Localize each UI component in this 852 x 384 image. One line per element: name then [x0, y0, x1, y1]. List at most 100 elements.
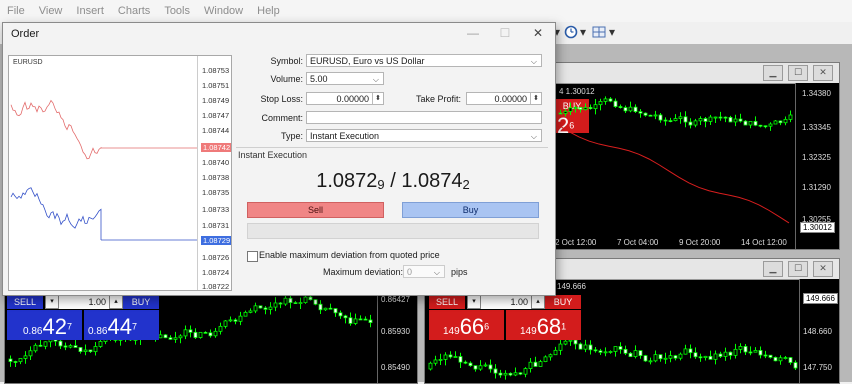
menu-charts[interactable]: Charts — [111, 0, 157, 22]
menu-insert[interactable]: Insert — [69, 0, 111, 22]
chart-window-titlebar[interactable]: ▁ ☐ ✕ — [555, 63, 839, 84]
close-icon[interactable]: ✕ — [813, 65, 833, 81]
spinner-icon[interactable]: ⬍ — [372, 93, 383, 104]
candle-body — [333, 308, 338, 314]
volume-decrease-icon[interactable]: ▾ — [45, 295, 59, 309]
volume-input[interactable]: 1.00 — [481, 295, 531, 309]
type-label: Type: — [280, 131, 303, 141]
sell-button[interactable]: SELL — [7, 295, 43, 309]
minimize-icon[interactable]: ▁ — [763, 261, 783, 277]
candle-body — [258, 305, 263, 309]
candle-body — [438, 359, 443, 361]
volume-select[interactable]: 5.00 ⌵ — [306, 72, 384, 85]
maximize-icon[interactable]: ☐ — [788, 65, 808, 81]
tick-price-label: 1.08747 — [202, 111, 230, 120]
menu-bar: File View Insert Charts Tools Window Help — [0, 0, 852, 22]
close-icon[interactable]: ✕ — [528, 26, 548, 40]
spinner-icon[interactable]: ⬍ — [530, 93, 541, 104]
buy-button[interactable]: BUY — [123, 295, 159, 309]
candle-body — [673, 355, 678, 359]
volume-increase-icon[interactable]: ▴ — [531, 295, 545, 309]
candle-body — [538, 361, 543, 367]
candle-body — [628, 106, 633, 112]
bid-price-tag: 1.08729 — [201, 236, 231, 245]
candle-body — [608, 351, 613, 353]
candle-body — [668, 120, 673, 122]
dropdown-arrow-icon[interactable]: ▾ — [609, 25, 615, 41]
chart-window-gbpusd[interactable]: ▁ ☐ ✕ 4 1.30012 BUY 26 1.34380 1.33345 1.3… — [554, 62, 840, 250]
candle-body — [298, 302, 303, 304]
max-deviation-select[interactable]: 0 ⌵ — [403, 265, 445, 278]
moving-average-line — [558, 125, 790, 224]
candle-body — [593, 104, 598, 110]
minimize-icon[interactable]: ▁ — [763, 65, 783, 81]
candle-body — [648, 114, 653, 117]
tick-price-label: 1.08753 — [202, 66, 230, 75]
menu-help[interactable]: Help — [250, 0, 287, 22]
stop-loss-label: Stop Loss: — [260, 94, 303, 104]
volume-decrease-icon[interactable]: ▾ — [467, 295, 481, 309]
comment-input[interactable] — [306, 111, 542, 124]
enable-deviation-label[interactable]: Enable maximum deviation from quoted pri… — [259, 250, 440, 260]
one-click-trading-panel: SELL ▾ 1.00 ▴ BUY 149666 149681 — [429, 295, 585, 341]
candle-body — [793, 362, 798, 369]
volume-input[interactable]: 1.00 — [59, 295, 109, 309]
last-price-tag: 149.666 — [803, 293, 838, 304]
stop-loss-input[interactable]: 0.00000 ⬍ — [306, 92, 384, 105]
candle-body — [783, 118, 788, 124]
sell-price-button[interactable]: 149666 — [429, 310, 504, 340]
candle-body — [313, 299, 318, 305]
maximize-icon[interactable]: ☐ — [788, 261, 808, 277]
clock-icon[interactable] — [564, 25, 578, 41]
menu-file[interactable]: File — [0, 0, 32, 22]
type-select[interactable]: Instant Execution ⌵ — [306, 129, 542, 142]
max-deviation-label: Maximum deviation: — [323, 267, 404, 277]
candle-body — [623, 107, 628, 112]
buy-price-button[interactable]: 0.86447 — [84, 310, 159, 340]
candle-body — [723, 351, 728, 357]
candle-body — [583, 107, 588, 110]
volume-label: Volume: — [270, 74, 303, 84]
grid-icon[interactable] — [592, 25, 606, 41]
candle-body — [213, 330, 218, 337]
enable-deviation-checkbox[interactable] — [247, 251, 258, 262]
candle-body — [323, 307, 328, 311]
candle-body — [733, 348, 738, 356]
sell-price: 0.86427 — [23, 314, 72, 339]
candle-body — [173, 337, 178, 340]
buy-price-button[interactable]: 149681 — [506, 310, 581, 340]
candle-body — [558, 343, 563, 351]
toolbar: ▾ ▾ ▾ — [552, 22, 852, 44]
order-dialog: Order — ☐ ✕ EURUSD 1.08753 1.08751 1.087… — [2, 22, 556, 296]
menu-tools[interactable]: Tools — [157, 0, 197, 22]
price-axis: 1.34380 1.33345 1.32325 1.31290 1.30255 … — [795, 83, 839, 249]
close-icon[interactable]: ✕ — [813, 261, 833, 277]
maximize-icon[interactable]: ☐ — [495, 26, 515, 40]
buy-button[interactable]: Buy — [402, 202, 539, 218]
candle-body — [223, 320, 228, 327]
sell-price-button[interactable]: 0.86427 — [7, 310, 82, 340]
dropdown-arrow-icon[interactable]: ▾ — [580, 25, 586, 41]
candle-body — [523, 368, 528, 375]
candle-body — [308, 296, 313, 301]
tick-price-label: 1.08726 — [202, 253, 230, 262]
sell-button[interactable]: Sell — [247, 202, 384, 218]
buy-button[interactable]: BUY — [545, 295, 581, 309]
minimize-icon[interactable]: — — [463, 26, 483, 40]
max-deviation-value: 0 — [407, 267, 413, 277]
candle-body — [208, 332, 213, 337]
symbol-select[interactable]: EURUSD, Euro vs US Dollar ⌵ — [306, 54, 542, 67]
candle-body — [353, 318, 358, 324]
volume-increase-icon[interactable]: ▴ — [109, 295, 123, 309]
candle-body — [343, 315, 348, 319]
menu-view[interactable]: View — [32, 0, 70, 22]
sell-button[interactable]: SELL — [429, 295, 465, 309]
candle-body — [458, 356, 463, 363]
candle-body — [98, 341, 103, 347]
bid-tick-line — [10, 187, 102, 240]
menu-window[interactable]: Window — [197, 0, 250, 22]
take-profit-input[interactable]: 0.00000 ⬍ — [466, 92, 542, 105]
candle-body — [738, 118, 743, 122]
buy-label: BUY — [553, 297, 573, 307]
candle-body — [498, 372, 503, 376]
